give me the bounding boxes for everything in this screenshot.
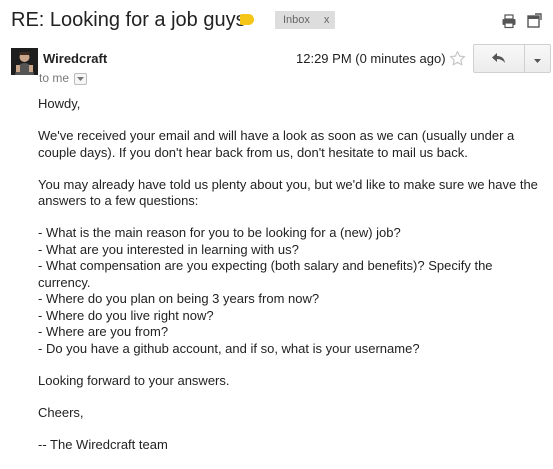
signoff: Cheers, — [38, 404, 84, 420]
recipient-line: to me — [39, 71, 88, 85]
caret-down-icon — [534, 50, 541, 68]
question-item: - Where are you from? — [38, 324, 169, 339]
question-item: - Where do you live right now? — [38, 307, 214, 323]
show-details-icon[interactable] — [74, 73, 88, 85]
body-paragraph: You may already have told us plenty abou… — [38, 176, 538, 209]
question-item: - What are you interested in learning wi… — [38, 241, 299, 257]
signature: -- The Wiredcraft team — [38, 436, 168, 452]
message-body: Howdy, We've received your email and wil… — [38, 96, 538, 469]
print-icon[interactable] — [501, 13, 517, 29]
important-label-icon[interactable] — [240, 14, 254, 25]
remove-label-button[interactable]: x — [324, 11, 330, 29]
question-item: - Do you have a github account, and if s… — [38, 340, 420, 356]
sender-name[interactable]: Wiredcraft — [43, 51, 107, 66]
sender-avatar[interactable] — [11, 48, 38, 75]
question-item: - What compensation are you expecting (b… — [38, 258, 493, 290]
more-actions-button[interactable] — [524, 44, 551, 73]
inbox-label-text: Inbox — [283, 14, 310, 26]
closing-line: Looking forward to your answers. — [38, 372, 230, 388]
question-item: - Where do you plan on being 3 years fro… — [38, 291, 320, 306]
message-timestamp: 12:29 PM (0 minutes ago) — [296, 51, 446, 66]
inbox-label-chip[interactable]: Inbox x — [275, 11, 336, 29]
new-window-icon[interactable] — [527, 13, 542, 28]
recipient-text: to me — [39, 71, 70, 85]
email-subject: RE: Looking for a job guys — [11, 9, 246, 31]
reply-arrow-icon — [492, 50, 506, 68]
reply-button-group — [473, 44, 551, 73]
reply-button[interactable] — [473, 44, 524, 73]
body-paragraph: We've received your email and will have … — [38, 128, 515, 160]
greeting: Howdy, — [38, 96, 81, 111]
question-list: - What is the main reason for you to be … — [38, 225, 538, 357]
star-outline-icon[interactable] — [449, 50, 466, 67]
question-item: - What is the main reason for you to be … — [38, 225, 401, 240]
